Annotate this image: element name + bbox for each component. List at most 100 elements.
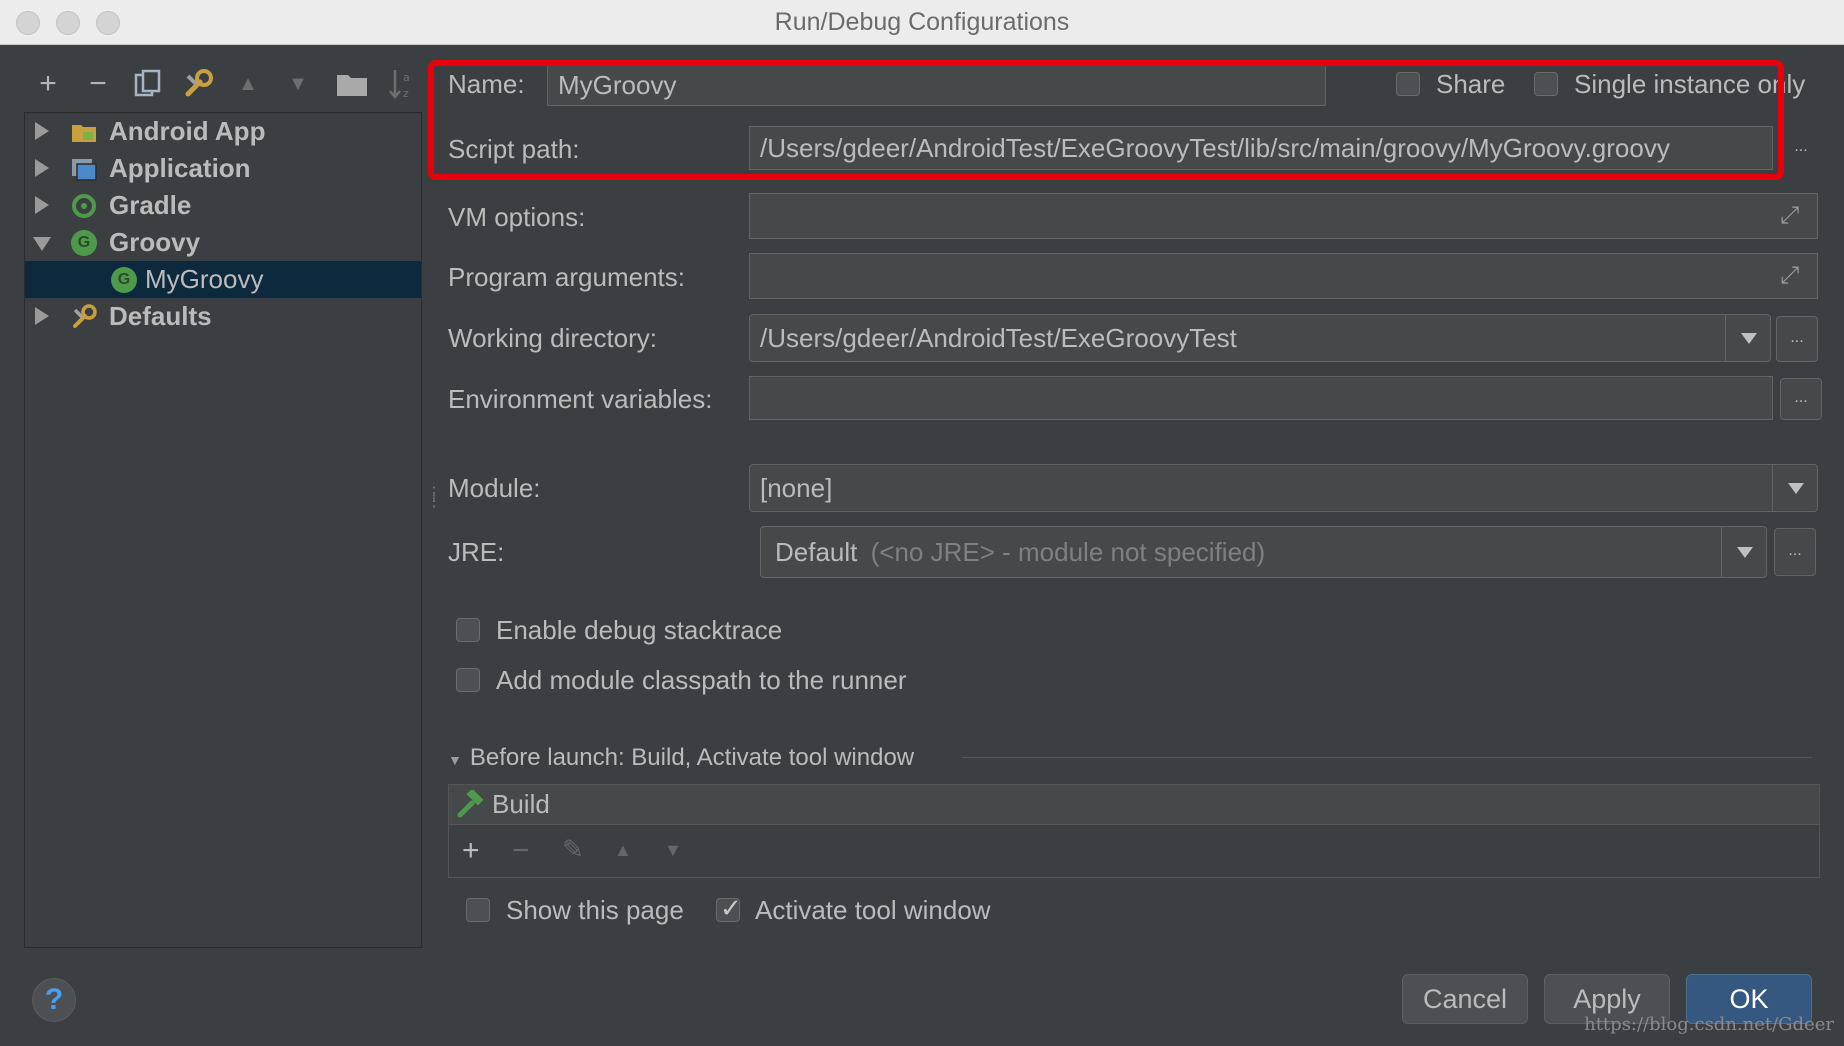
title-bar: Run/Debug Configurations — [0, 0, 1844, 45]
tree-item-label: MyGroovy — [145, 264, 264, 294]
panel-splitter[interactable]: ⋮ ⋮ — [426, 486, 442, 510]
add-module-classpath-label: Add module classpath to the runner — [496, 665, 907, 695]
before-launch-item-label: Build — [492, 789, 550, 819]
combo-separator — [1721, 527, 1722, 577]
remove-config-button[interactable]: − — [78, 64, 118, 104]
tree-item-groovy[interactable]: G Groovy — [25, 224, 421, 261]
dropdown-arrow-icon[interactable] — [1737, 547, 1753, 558]
move-task-up-button[interactable]: ▲ — [614, 840, 632, 861]
module-label: Module: — [448, 473, 541, 503]
minus-icon: − — [89, 67, 107, 100]
groovy-icon: G — [71, 230, 97, 256]
tree-item-defaults[interactable]: Defaults — [25, 298, 421, 335]
dropdown-arrow-icon[interactable] — [1741, 333, 1757, 344]
enable-debug-stacktrace-checkbox[interactable] — [456, 618, 480, 642]
sort-button[interactable]: az — [382, 64, 422, 104]
arrow-up-icon: ▲ — [238, 72, 258, 95]
edit-defaults-button[interactable] — [178, 64, 218, 104]
collapse-triangle-icon: ▼ — [448, 752, 462, 768]
before-launch-item[interactable]: Build — [449, 785, 1819, 825]
groovy-icon: G — [111, 267, 137, 293]
add-config-button[interactable]: + — [28, 64, 68, 104]
arrow-down-icon: ▼ — [288, 72, 308, 95]
gradle-icon — [72, 194, 96, 218]
working-directory-combo[interactable]: /Users/gdeer/AndroidTest/ExeGroovyTest — [749, 314, 1771, 362]
expand-arrow-icon[interactable] — [35, 159, 49, 177]
edit-task-button[interactable]: ✎ — [562, 834, 584, 865]
expand-icon[interactable]: ⤢ — [1780, 202, 1799, 230]
move-task-down-button[interactable]: ▼ — [664, 840, 682, 861]
module-value: [none] — [760, 473, 833, 503]
environment-variables-label: Environment variables: — [448, 384, 713, 414]
activate-tool-window-label: Activate tool window — [755, 895, 991, 925]
working-directory-label: Working directory: — [448, 323, 658, 353]
browse-working-directory-button[interactable]: ... — [1776, 316, 1818, 362]
folder-button[interactable] — [332, 64, 372, 104]
remove-task-button[interactable]: − — [512, 834, 530, 868]
jre-label: JRE: — [448, 537, 505, 567]
combo-separator — [1725, 315, 1726, 361]
copy-icon — [134, 69, 161, 97]
browse-jre-button[interactable]: ... — [1774, 528, 1816, 576]
checkmark-icon: ✓ — [720, 893, 742, 923]
help-button[interactable]: ? — [32, 978, 76, 1022]
add-task-button[interactable]: + — [462, 834, 480, 868]
android-app-icon — [72, 125, 96, 142]
activate-tool-window-checkbox[interactable]: ✓ — [716, 893, 742, 923]
svg-text:z: z — [403, 87, 409, 100]
module-combo[interactable]: [none] — [749, 464, 1818, 512]
environment-variables-input[interactable] — [749, 376, 1773, 420]
tree-item-label: Groovy — [109, 227, 201, 257]
show-this-page-checkbox[interactable] — [466, 898, 490, 922]
application-icon — [72, 159, 97, 181]
dropdown-arrow-icon[interactable] — [1788, 483, 1804, 494]
share-label: Share — [1436, 69, 1506, 99]
tree-item-android-app[interactable]: Android App — [25, 113, 421, 150]
hammer-icon — [457, 790, 484, 818]
config-tree: Android App Application Gradle G Groovy … — [24, 112, 422, 948]
before-launch-title: Before launch: Build, Activate tool wind… — [469, 744, 915, 771]
add-module-classpath-checkbox[interactable] — [456, 668, 480, 692]
single-instance-label: Single instance only — [1574, 69, 1806, 99]
plus-icon: + — [39, 67, 57, 100]
working-directory-value: /Users/gdeer/AndroidTest/ExeGroovyTest — [760, 323, 1237, 353]
edit-environment-variables-button[interactable]: ... — [1780, 378, 1822, 420]
before-launch-header[interactable]: ▼ Before launch: Build, Activate tool win… — [448, 744, 914, 772]
combo-separator — [1772, 465, 1773, 511]
move-up-button[interactable]: ▲ — [228, 64, 268, 104]
script-path-label: Script path: — [448, 134, 580, 164]
jre-combo[interactable]: Default (<no JRE> - module not specified… — [760, 526, 1767, 578]
watermark-text: https://blog.csdn.net/Gdeer — [1584, 1014, 1834, 1035]
tree-item-label: Android App — [109, 116, 266, 146]
tree-item-label: Application — [109, 153, 251, 183]
expand-arrow-icon[interactable] — [35, 307, 49, 325]
expand-icon[interactable]: ⤢ — [1780, 262, 1799, 290]
cancel-button[interactable]: Cancel — [1402, 974, 1528, 1024]
enable-debug-stacktrace-label: Enable debug stacktrace — [496, 615, 783, 645]
vm-options-label: VM options: — [448, 202, 586, 232]
jre-hint: (<no JRE> - module not specified) — [870, 537, 1266, 567]
browse-script-button[interactable]: ... — [1780, 128, 1822, 170]
share-checkbox[interactable] — [1396, 72, 1420, 96]
tree-item-label: Defaults — [109, 301, 212, 331]
jre-value: Default — [775, 537, 858, 567]
window-title: Run/Debug Configurations — [774, 8, 1070, 36]
wrench-icon — [73, 304, 97, 328]
copy-config-button[interactable] — [128, 64, 168, 104]
program-arguments-label: Program arguments: — [448, 262, 685, 292]
tree-item-label: Gradle — [109, 190, 192, 220]
program-arguments-input[interactable] — [749, 253, 1818, 299]
sort-alpha-icon: az — [389, 70, 410, 100]
tree-item-application[interactable]: Application — [25, 150, 421, 187]
script-path-input[interactable]: /Users/gdeer/AndroidTest/ExeGroovyTest/l… — [749, 126, 1773, 170]
expand-arrow-icon[interactable] — [35, 122, 49, 140]
tree-item-mygroovy[interactable]: G MyGroovy — [25, 261, 421, 298]
tree-item-gradle[interactable]: Gradle — [25, 187, 421, 224]
collapse-arrow-icon[interactable] — [33, 237, 51, 251]
move-down-button[interactable]: ▼ — [278, 64, 318, 104]
show-this-page-label: Show this page — [506, 895, 684, 925]
expand-arrow-icon[interactable] — [35, 196, 49, 214]
single-instance-checkbox[interactable] — [1534, 72, 1558, 96]
name-input[interactable] — [547, 64, 1326, 106]
vm-options-input[interactable] — [749, 193, 1818, 239]
